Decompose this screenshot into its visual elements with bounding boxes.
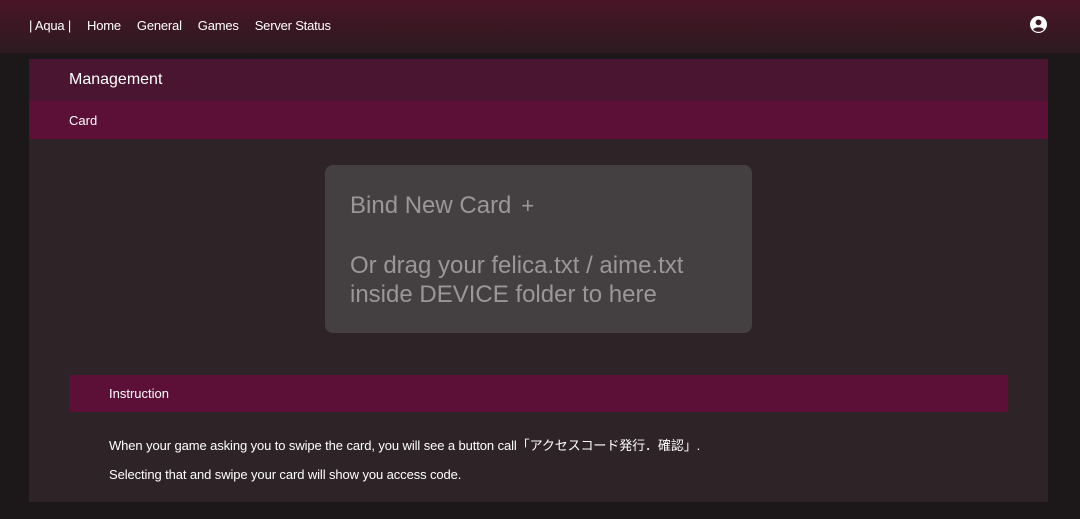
bind-new-card-label: Bind New Card: [350, 192, 512, 219]
tab-card[interactable]: Card: [69, 113, 97, 128]
brand-logo[interactable]: | Aqua |: [29, 18, 71, 33]
bind-new-card-button[interactable]: Bind New Card +: [350, 192, 534, 220]
user-circle-icon[interactable]: [1030, 16, 1047, 33]
bind-card-dropzone[interactable]: Bind New Card + Or drag your felica.txt …: [325, 165, 752, 333]
top-navbar: | Aqua | Home General Games Server Statu…: [0, 0, 1080, 53]
plus-icon: +: [521, 193, 535, 218]
nav-link-server-status[interactable]: Server Status: [255, 18, 331, 33]
instruction-header: Instruction: [69, 375, 1008, 412]
panel-title: Management: [29, 59, 1048, 101]
instruction-line-1: When your game asking you to swipe the c…: [109, 438, 701, 453]
nav-link-home[interactable]: Home: [87, 18, 121, 33]
drag-instruction-text: Or drag your felica.txt / aime.txt insid…: [350, 252, 684, 308]
instruction-line-2: Selecting that and swipe your card will …: [109, 467, 462, 482]
nav-links: | Aqua | Home General Games Server Statu…: [29, 18, 347, 33]
nav-link-games[interactable]: Games: [198, 18, 239, 33]
tab-bar: Card: [29, 101, 1048, 139]
management-panel: Management Card Bind New Card + Or drag …: [29, 59, 1048, 502]
nav-link-general[interactable]: General: [137, 18, 182, 33]
